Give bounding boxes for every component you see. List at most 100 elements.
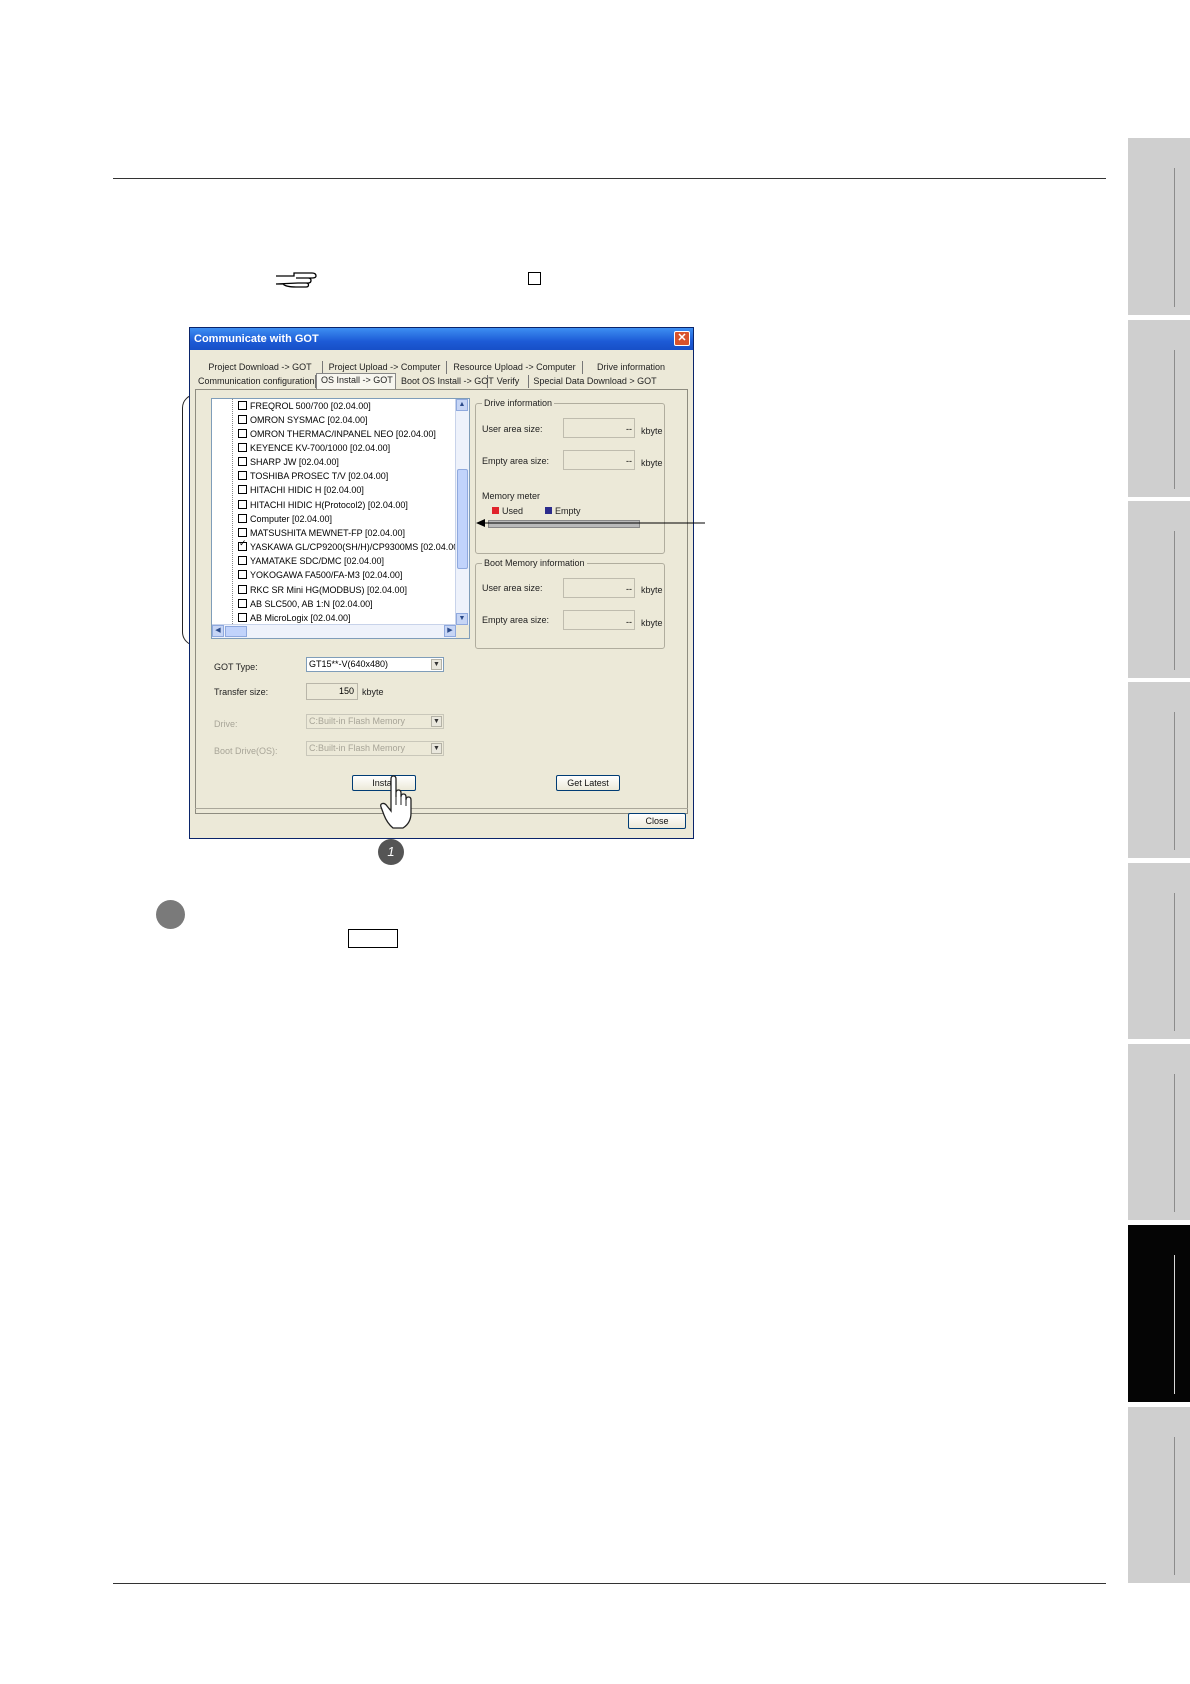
got-type-label: GOT Type: [214,662,258,672]
boot-user-area-field [563,578,635,598]
os-list-item[interactable]: TOSHIBA PROSEC T/V [02.04.00] [238,470,388,483]
chapter-tab[interactable] [1128,501,1190,678]
chapter-tab[interactable] [1128,1044,1190,1220]
os-list-item[interactable]: RKC SR Mini HG(MODBUS) [02.04.00] [238,584,407,597]
checkbox[interactable] [238,471,247,480]
vertical-scrollbar[interactable]: ▲ ▼ [455,399,469,625]
got-type-select[interactable]: GT15**-V(640x480) ▼ [306,657,444,672]
boot-user-area-value: -- [626,584,632,594]
os-list-item[interactable]: HITACHI HIDIC H(Protocol2) [02.04.00] [238,499,408,512]
tab-project-download[interactable]: Project Download -> GOT [198,361,323,374]
communicate-with-got-dialog: Communicate with GOT ✕ Project Download … [189,327,694,839]
tab-drive-information[interactable]: Drive information [583,361,679,374]
checkbox-checked[interactable] [238,539,247,551]
reference-box-icon [528,272,541,285]
tab-communication-configuration[interactable]: Communication configuration [194,375,316,388]
os-list-item[interactable]: KEYENCE KV-700/1000 [02.04.00] [238,442,390,455]
empty-swatch [545,507,552,514]
scroll-down-icon[interactable]: ▼ [456,613,468,625]
checkbox[interactable] [238,528,247,537]
scroll-corner [456,625,469,638]
os-list-item[interactable]: Computer [02.04.00] [238,513,332,526]
checkbox[interactable] [238,585,247,594]
got-type-value: GT15**-V(640x480) [309,659,389,669]
checkbox[interactable] [238,485,247,494]
tab-boot-os-install[interactable]: Boot OS Install -> GOT [397,375,494,388]
horizontal-scroll-thumb[interactable] [225,626,247,637]
os-list-item[interactable]: OMRON THERMAC/INPANEL NEO [02.04.00] [238,428,436,441]
os-tree-list[interactable]: FREQROL 500/700 [02.04.00] OMRON SYSMAC … [211,398,470,639]
checkbox[interactable] [238,500,247,509]
checkbox[interactable] [238,415,247,424]
dialog-separator [195,808,688,809]
boot-empty-area-label: Empty area size: [482,615,550,625]
vertical-scroll-thumb[interactable] [457,469,468,569]
user-area-label: User area size: [482,424,543,434]
chevron-down-icon[interactable]: ▼ [431,716,442,727]
checkbox[interactable] [238,570,247,579]
user-area-unit: kbyte [641,426,663,436]
checkbox[interactable] [238,556,247,565]
drive-select[interactable]: C:Built-in Flash Memory ▼ [306,714,444,729]
boot-empty-area-field [563,610,635,630]
callout-arrow [476,519,705,527]
get-latest-button[interactable]: Get Latest [556,775,620,791]
chevron-down-icon[interactable]: ▼ [431,659,442,670]
checkbox[interactable] [238,613,247,622]
chevron-down-icon[interactable]: ▼ [431,743,442,754]
os-list-item[interactable]: OMRON SYSMAC [02.04.00] [238,414,368,427]
step-number-badge: 1 [378,839,404,865]
chapter-tab[interactable] [1128,682,1190,858]
tab-resource-upload[interactable]: Resource Upload -> Computer [447,361,583,374]
checkbox[interactable] [238,401,247,410]
tree-connector [232,399,233,624]
checkbox[interactable] [238,599,247,608]
horizontal-scrollbar[interactable]: ◀ ▶ [212,624,456,638]
chapter-tab[interactable] [1128,138,1190,315]
checkbox[interactable] [238,429,247,438]
os-list-item[interactable]: YAMATAKE SDC/DMC [02.04.00] [238,555,384,568]
dialog-title: Communicate with GOT [194,333,319,345]
transfer-size-field: 150 [306,683,358,700]
scroll-right-icon[interactable]: ▶ [444,625,456,637]
used-swatch [492,507,499,514]
drive-label: Drive: [214,719,238,729]
chapter-tab[interactable] [1128,320,1190,497]
tab-verify[interactable]: Verify [488,375,529,388]
close-icon[interactable]: ✕ [674,331,690,346]
scroll-up-icon[interactable]: ▲ [456,399,468,411]
legend-empty: Empty [545,506,581,516]
transfer-size-unit: kbyte [362,687,384,697]
os-list-item-selected[interactable]: YASKAWA GL/CP9200(SH/H)/CP9300MS [02.04.… [238,539,461,554]
scroll-left-icon[interactable]: ◀ [212,625,224,637]
pointing-hand-icon [275,272,317,288]
memory-meter-label: Memory meter [482,491,541,501]
os-list-item[interactable]: SHARP JW [02.04.00] [238,456,339,469]
key-box [348,929,398,948]
header-rule [113,178,1106,179]
empty-area-value: -- [626,456,632,466]
boot-empty-area-unit: kbyte [641,618,663,628]
chapter-tab[interactable] [1128,863,1190,1039]
chapter-tab[interactable] [1128,1407,1190,1583]
os-list-item[interactable]: HITACHI HIDIC H [02.04.00] [238,484,364,497]
tab-special-data-download[interactable]: Special Data Download > GOT [529,375,661,388]
chapter-tab-active[interactable] [1128,1225,1190,1402]
checkbox[interactable] [238,514,247,523]
checkbox[interactable] [238,443,247,452]
boot-drive-select[interactable]: C:Built-in Flash Memory ▼ [306,741,444,756]
empty-area-field [563,450,635,470]
os-list-item[interactable]: MATSUSHITA MEWNET-FP [02.04.00] [238,527,405,540]
os-list-item[interactable]: YOKOGAWA FA500/FA-M3 [02.04.00] [238,569,402,582]
hand-pointer-icon [380,775,412,829]
os-list-item[interactable]: AB SLC500, AB 1:N [02.04.00] [238,598,373,611]
close-button[interactable]: Close [628,813,686,829]
boot-memory-caption: Boot Memory information [482,558,587,568]
checkbox[interactable] [238,457,247,466]
boot-drive-value: C:Built-in Flash Memory [309,743,406,753]
os-list-item[interactable]: FREQROL 500/700 [02.04.00] [238,400,371,413]
tab-os-install[interactable]: OS Install -> GOT [316,373,396,389]
footer-rule [113,1583,1106,1584]
dialog-titlebar[interactable]: Communicate with GOT ✕ [190,328,693,350]
drive-value: C:Built-in Flash Memory [309,716,406,726]
